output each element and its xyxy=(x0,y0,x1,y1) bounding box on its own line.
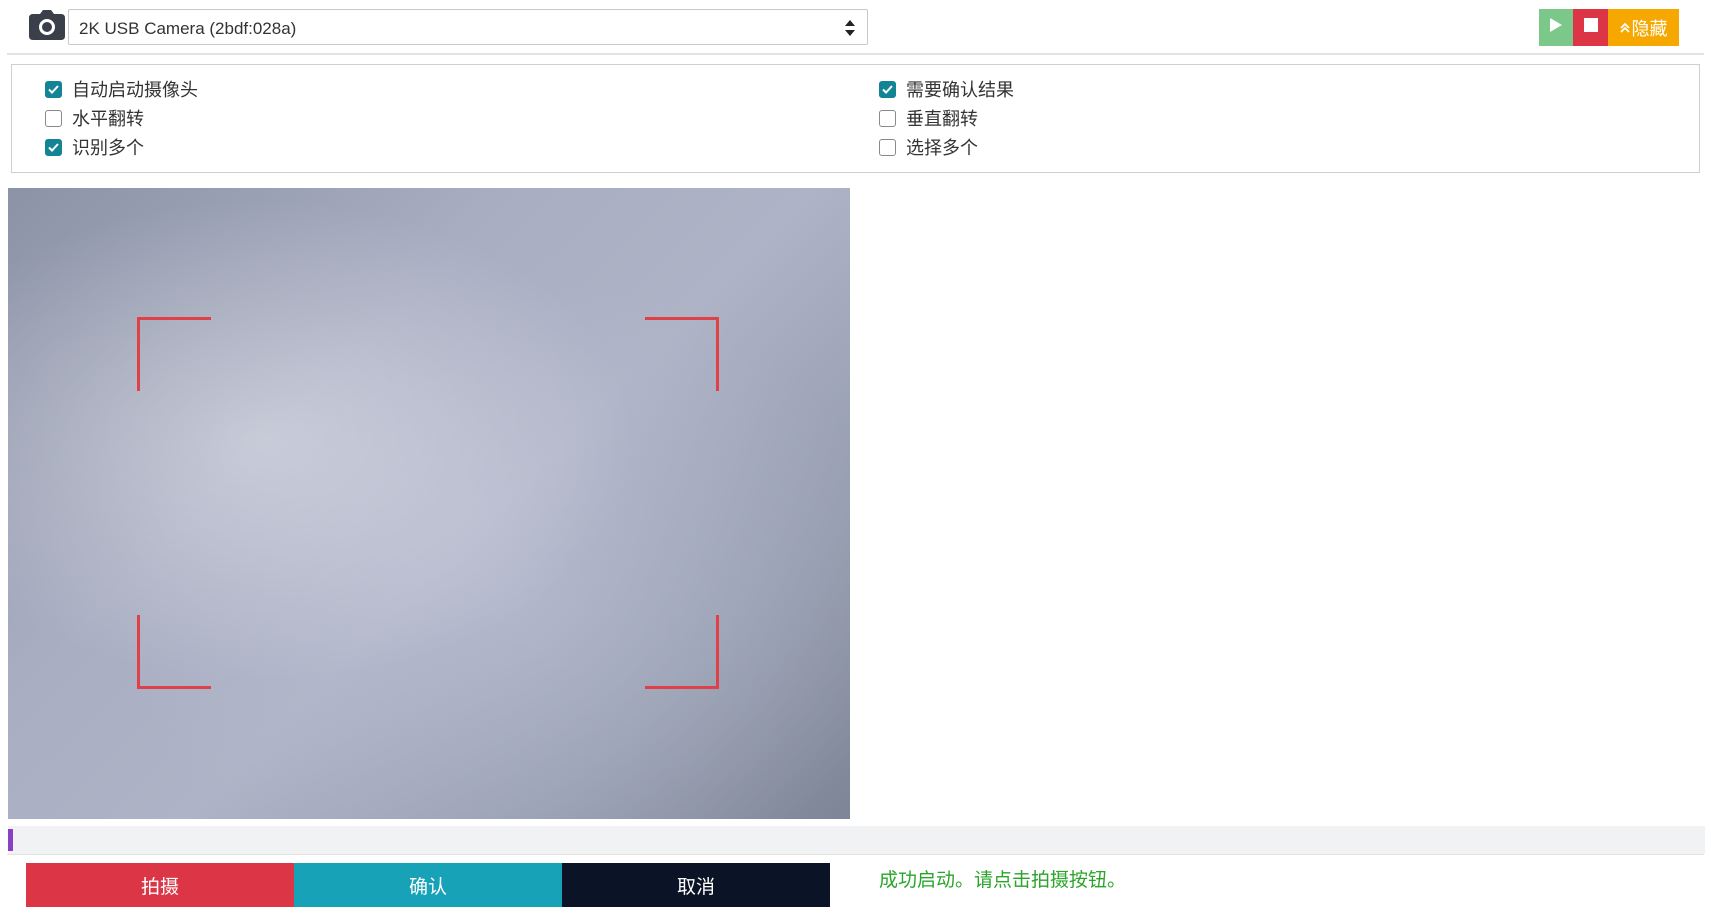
option-vertical-flip[interactable]: 垂直翻转 xyxy=(879,108,978,129)
top-toolbar: 2K USB Camera (2bdf:028a) 隐藏 xyxy=(0,0,1711,54)
play-icon xyxy=(1549,17,1563,38)
camera-preview[interactable] xyxy=(8,188,850,819)
option-horizontal-flip[interactable]: 水平翻转 xyxy=(45,108,144,129)
shoot-button[interactable]: 拍摄 xyxy=(26,863,294,907)
checkbox-vertical-flip[interactable] xyxy=(879,109,896,127)
option-label: 水平翻转 xyxy=(72,109,144,129)
hide-button-label: 隐藏 xyxy=(1631,18,1668,39)
option-auto-start-camera[interactable]: 自动启动摄像头 xyxy=(45,79,198,100)
stop-icon xyxy=(1583,18,1598,37)
toolbar-divider xyxy=(7,53,1704,55)
scan-frame-corner-top-right xyxy=(645,317,719,391)
option-label: 选择多个 xyxy=(906,138,978,158)
option-label: 垂直翻转 xyxy=(906,109,978,129)
start-camera-button[interactable] xyxy=(1539,9,1573,46)
scan-frame-corner-bottom-left xyxy=(137,615,211,689)
options-panel: 自动启动摄像头 水平翻转 识别多个 需要确认结果 垂直翻转 选择多个 xyxy=(11,64,1700,173)
checkbox-select-multiple[interactable] xyxy=(879,138,896,156)
chevron-double-up-icon xyxy=(1619,22,1630,34)
progress-bar-fill xyxy=(8,829,14,851)
action-buttons: 拍摄 确认 取消 xyxy=(26,863,830,907)
camera-select[interactable]: 2K USB Camera (2bdf:028a) xyxy=(68,9,868,45)
scan-frame-corner-bottom-right xyxy=(645,615,719,689)
checkbox-recognize-multiple[interactable] xyxy=(45,138,62,156)
option-select-multiple[interactable]: 选择多个 xyxy=(879,137,978,158)
checkbox-horizontal-flip[interactable] xyxy=(45,109,62,127)
option-label: 需要确认结果 xyxy=(906,80,1014,100)
camera-control-buttons: 隐藏 xyxy=(1539,9,1679,46)
status-message: 成功启动。请点击拍摄按钮。 xyxy=(879,870,1127,891)
hide-button[interactable]: 隐藏 xyxy=(1608,9,1679,46)
option-label: 识别多个 xyxy=(72,138,144,158)
option-label: 自动启动摄像头 xyxy=(72,80,198,100)
camera-select-value: 2K USB Camera (2bdf:028a) xyxy=(79,19,297,38)
checkbox-require-confirm[interactable] xyxy=(879,80,896,98)
bottom-divider xyxy=(7,854,1704,855)
scan-frame-corner-top-left xyxy=(137,317,211,391)
option-recognize-multiple[interactable]: 识别多个 xyxy=(45,137,144,158)
confirm-button[interactable]: 确认 xyxy=(294,863,562,907)
progress-bar xyxy=(8,826,1705,854)
cancel-button[interactable]: 取消 xyxy=(562,863,830,907)
stop-camera-button[interactable] xyxy=(1573,9,1608,46)
select-arrows-icon xyxy=(844,18,856,38)
option-require-confirm[interactable]: 需要确认结果 xyxy=(879,79,1014,100)
checkbox-auto-start-camera[interactable] xyxy=(45,80,62,98)
camera-icon xyxy=(29,10,65,40)
